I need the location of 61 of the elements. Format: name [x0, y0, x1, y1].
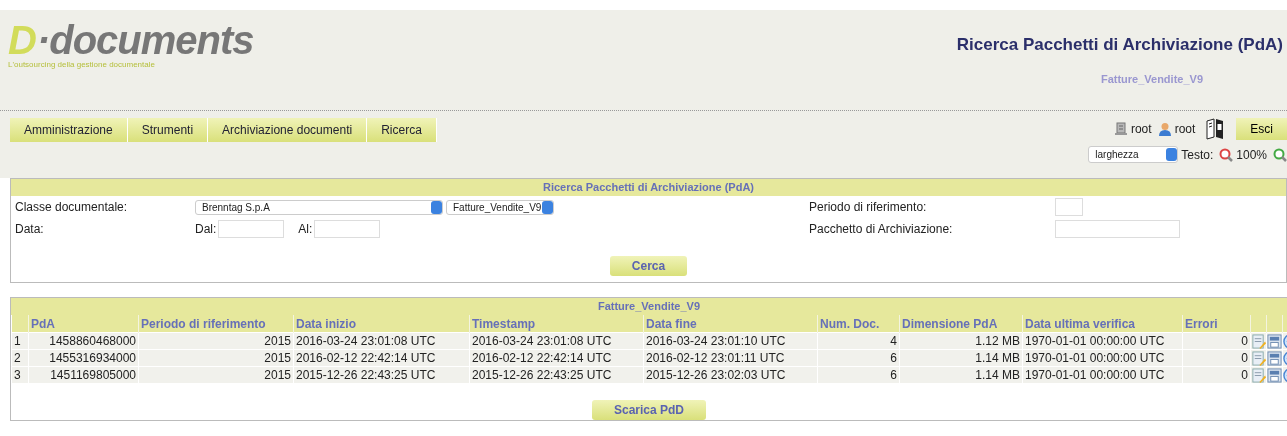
column-header: Errori [1182, 315, 1251, 333]
column-header: PdA [28, 315, 139, 333]
field-label: Pacchetto di Archiviazione: [809, 222, 954, 236]
table-cell: 0 [1182, 332, 1251, 350]
table-cell: 1.12 MB [899, 332, 1023, 350]
note-edit-icon[interactable] [1251, 350, 1266, 366]
note-edit-icon[interactable] [1251, 333, 1266, 349]
user-label: root [1174, 122, 1196, 136]
logo-tagline: L'outsourcing della gestione documentale [8, 60, 156, 69]
field-label: Data: [15, 222, 45, 236]
period-field[interactable] [1055, 198, 1083, 216]
logo-name: ·documents [36, 20, 254, 60]
table-cell: 2016-03-24 23:01:08 UTC [293, 332, 470, 350]
table-cell: 2016-03-24 23:01:08 UTC [469, 332, 644, 350]
search-button[interactable]: Cerca [609, 256, 688, 276]
menu-tab[interactable]: Ricerca [367, 118, 437, 142]
class-select[interactable]: Brenntag S.p.A [195, 199, 443, 215]
user-icon [1157, 122, 1172, 136]
table-icon[interactable] [1267, 350, 1282, 366]
page-title: Ricerca Pacchetti di Archiviazione (PdA) [956, 35, 1283, 55]
note-edit-icon[interactable] [1251, 367, 1266, 383]
panel-title: Fatture_Vendite_V9 [11, 298, 1287, 315]
field-label: Classe documentale: [15, 200, 129, 214]
table-cell: 2016-03-24 23:01:10 UTC [643, 332, 818, 350]
zoom-out-icon[interactable] [1219, 147, 1234, 162]
column-header: Data ultima verifica [1022, 315, 1183, 333]
column-header: Data inizio [293, 315, 470, 333]
user-label: root [1130, 122, 1152, 136]
field-label: Periodo di riferimento: [809, 200, 928, 214]
column-header: Dimensione PdA [899, 315, 1023, 333]
table-cell: 2015 [138, 332, 294, 350]
field-label: Al: [298, 222, 313, 236]
layout-select[interactable]: larghezza [1088, 146, 1179, 163]
field-label: Dal: [195, 222, 217, 236]
text-size-label: Testo: [1181, 147, 1214, 162]
column-header: Data fine [643, 315, 818, 333]
panel-title: Ricerca Pacchetti di Archiviazione (PdA) [11, 179, 1286, 196]
zoom-in-icon[interactable] [1273, 147, 1287, 162]
page-subtitle: Fatture_Vendite_V9 [1100, 73, 1203, 85]
logo-mark: D [8, 20, 37, 60]
type-select[interactable]: Fatture_Vendite_V9 [446, 199, 554, 215]
column-header: Periodo di riferimento [138, 315, 294, 333]
exit-button[interactable]: Esci [1236, 118, 1287, 140]
table-cell: 1458860468000 [28, 332, 139, 350]
table-cell: 1 [11, 332, 29, 350]
column-header: Timestamp [469, 315, 644, 333]
zoom-level: 100% [1236, 147, 1267, 162]
date-from-field[interactable] [218, 220, 285, 238]
menu-tab[interactable]: Strumenti [127, 118, 209, 142]
table-cell: 4 [817, 332, 900, 350]
table-icon[interactable] [1267, 333, 1282, 349]
table-icon[interactable] [1267, 367, 1282, 383]
table-cell: 1970-01-01 00:00:00 UTC [1022, 332, 1183, 350]
computer-icon [1113, 122, 1128, 136]
menu-tab[interactable]: Amministrazione [10, 118, 128, 142]
book-icon[interactable] [1205, 118, 1226, 140]
menu-tab[interactable]: Archiviazione documenti [208, 118, 368, 142]
column-header: Num. Doc. [817, 315, 900, 333]
download-button[interactable]: Scarica PdD [591, 400, 706, 420]
package-field[interactable] [1055, 220, 1180, 238]
date-to-field[interactable] [314, 220, 381, 238]
